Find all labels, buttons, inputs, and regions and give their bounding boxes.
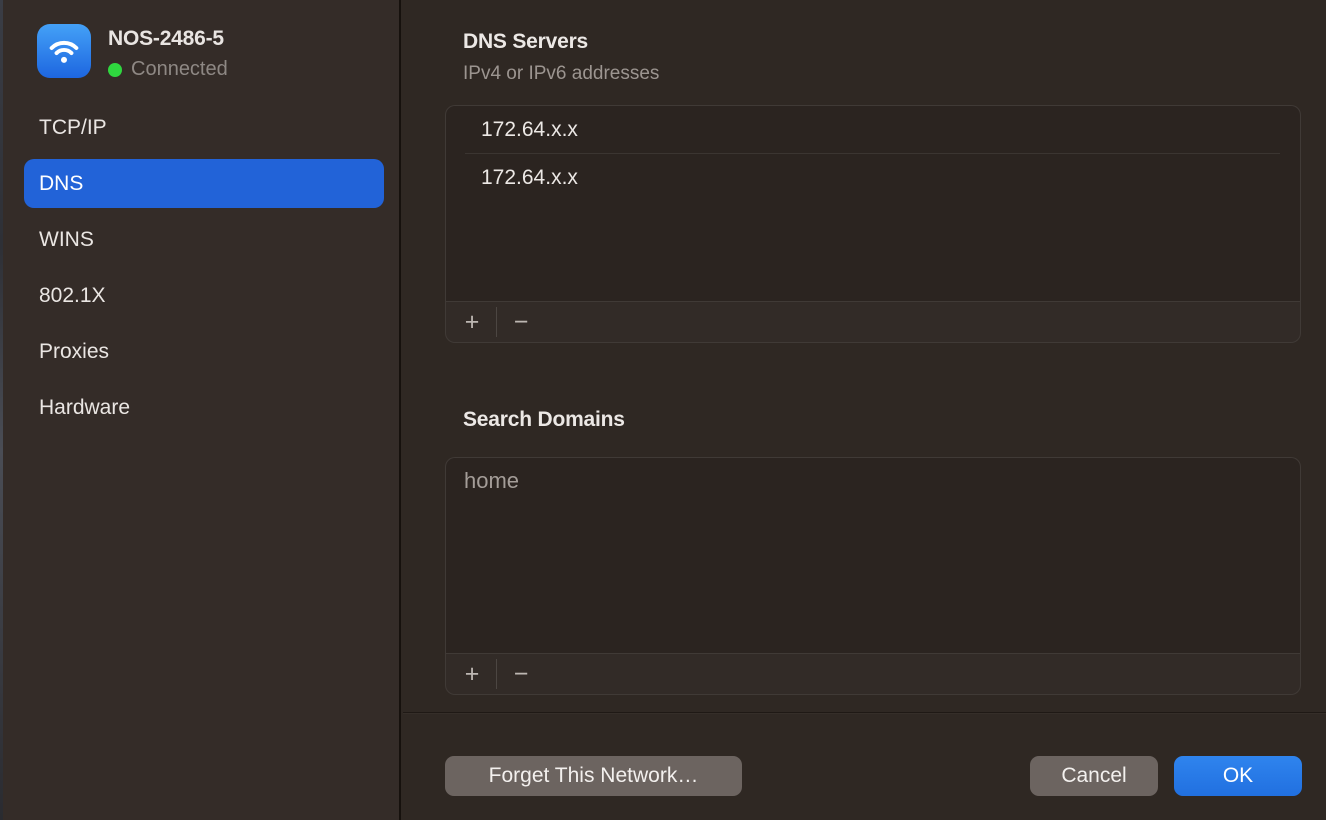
- sidebar-item-label: 802.1X: [39, 284, 106, 308]
- remove-dns-server-button[interactable]: −: [502, 306, 540, 338]
- dns-server-row[interactable]: 172.64.x.x: [446, 154, 1300, 202]
- main-panel: DNS Servers IPv4 or IPv6 addresses 172.6…: [403, 0, 1326, 820]
- network-name: NOS-2486-5: [108, 27, 228, 51]
- footer-divider: [403, 712, 1326, 713]
- sidebar-item-hardware[interactable]: Hardware: [24, 383, 384, 432]
- remove-search-domain-button[interactable]: −: [502, 658, 540, 690]
- toolbar-separator: [496, 307, 497, 337]
- search-domain-value: home: [464, 468, 519, 494]
- sidebar-nav: TCP/IP DNS WINS 802.1X Proxies Hardware: [24, 103, 384, 439]
- dns-servers-listbox: 172.64.x.x 172.64.x.x + −: [445, 105, 1301, 343]
- dns-server-value: 172.64.x.x: [481, 166, 578, 190]
- search-domains-list: home: [446, 458, 1300, 653]
- search-domain-row[interactable]: home: [446, 458, 1300, 504]
- status-label: Connected: [131, 58, 228, 81]
- wifi-icon: [37, 24, 91, 78]
- network-meta: NOS-2486-5 Connected: [108, 24, 228, 81]
- sidebar-item-label: DNS: [39, 172, 83, 196]
- ok-button[interactable]: OK: [1174, 756, 1302, 796]
- network-details-sheet: NOS-2486-5 Connected TCP/IP DNS WINS 802…: [0, 0, 1326, 820]
- sidebar-item-proxies[interactable]: Proxies: [24, 327, 384, 376]
- sidebar-item-tcpip[interactable]: TCP/IP: [24, 103, 384, 152]
- sidebar-item-wins[interactable]: WINS: [24, 215, 384, 264]
- toolbar-separator: [496, 659, 497, 689]
- search-domains-list-toolbar: + −: [446, 653, 1300, 694]
- sidebar-item-label: Hardware: [39, 396, 130, 420]
- sidebar-item-dns[interactable]: DNS: [24, 159, 384, 208]
- cancel-button[interactable]: Cancel: [1030, 756, 1158, 796]
- add-dns-server-button[interactable]: +: [453, 306, 491, 338]
- sidebar-item-label: Proxies: [39, 340, 109, 364]
- dns-server-row[interactable]: 172.64.x.x: [446, 106, 1300, 154]
- sidebar-item-8021x[interactable]: 802.1X: [24, 271, 384, 320]
- sidebar-item-label: TCP/IP: [39, 116, 107, 140]
- dns-servers-list: 172.64.x.x 172.64.x.x: [446, 106, 1300, 301]
- search-domains-title: Search Domains: [463, 408, 625, 432]
- search-domains-listbox: home + −: [445, 457, 1301, 695]
- search-domains-header: Search Domains: [463, 408, 625, 432]
- dns-servers-title: DNS Servers: [463, 30, 659, 54]
- sidebar-item-label: WINS: [39, 228, 94, 252]
- dns-server-value: 172.64.x.x: [481, 118, 578, 142]
- network-status: Connected: [108, 58, 228, 81]
- status-dot-icon: [108, 63, 122, 77]
- add-search-domain-button[interactable]: +: [453, 658, 491, 690]
- forget-network-button[interactable]: Forget This Network…: [445, 756, 742, 796]
- dns-servers-list-toolbar: + −: [446, 301, 1300, 342]
- network-header: NOS-2486-5 Connected: [37, 24, 228, 81]
- sidebar: NOS-2486-5 Connected TCP/IP DNS WINS 802…: [3, 0, 401, 820]
- dns-servers-subtitle: IPv4 or IPv6 addresses: [463, 63, 659, 85]
- dns-servers-header: DNS Servers IPv4 or IPv6 addresses: [463, 30, 659, 85]
